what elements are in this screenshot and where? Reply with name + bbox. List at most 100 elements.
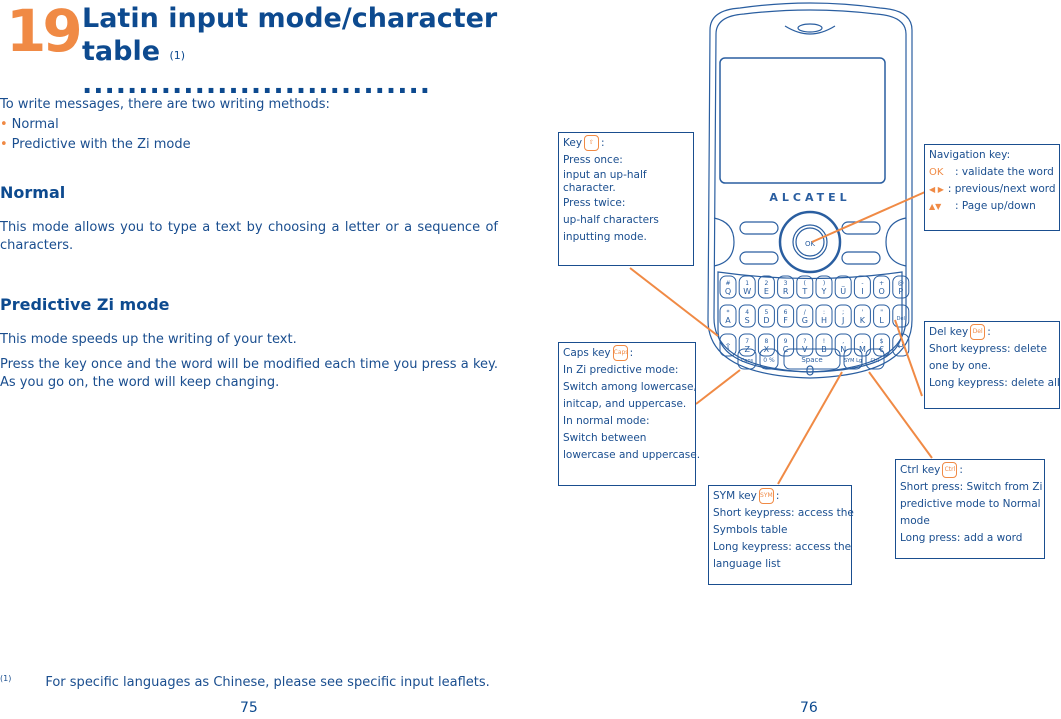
key-primary-label: I	[861, 287, 863, 296]
key-primary-label: W	[743, 287, 751, 296]
section-paragraph: Press the key once and the word will be …	[0, 357, 498, 390]
footnote-marker: (1)	[0, 674, 12, 683]
key-secondary-label: ;	[842, 309, 844, 316]
bullet-dot: •	[0, 137, 8, 152]
section-heading-normal: Normal	[0, 183, 66, 202]
sym-key-icon: SYM	[758, 488, 774, 504]
key-label: Space	[801, 356, 822, 364]
key-primary-label: L	[879, 316, 884, 325]
title-footnote-ref: (1)	[169, 49, 186, 62]
callout-line: Press twice:	[563, 197, 626, 209]
key-secondary-label: "	[880, 309, 883, 316]
key-secondary-label: 3	[784, 280, 788, 287]
chapter-number: 19	[6, 0, 83, 65]
callout-title: Del key Del:	[929, 324, 991, 340]
page-number-right: 76	[800, 700, 818, 716]
ctrl-key-icon: Ctrl	[942, 462, 958, 478]
key-secondary-label: #	[725, 280, 730, 287]
earpiece	[784, 25, 836, 35]
leader-sym	[777, 371, 843, 485]
key-primary-label: S	[745, 316, 750, 325]
key-primary-label: Q	[725, 287, 731, 296]
callout-line: Press once:	[563, 154, 623, 166]
title-line2: table	[82, 36, 161, 67]
callout-line: inputting mode.	[563, 231, 647, 243]
callout-title: Caps key Caps:	[563, 345, 634, 361]
key-secondary-label: 9	[784, 338, 788, 345]
key-secondary-label: 8	[764, 338, 768, 345]
key-secondary-label: 5	[764, 309, 768, 316]
key-secondary-label: 6	[784, 309, 788, 316]
key-primary-label: E	[764, 287, 769, 296]
key-secondary-label: ,	[842, 338, 844, 345]
section-paragraph: This mode allows you to type a text by c…	[0, 220, 498, 253]
bullet-text: Normal	[11, 117, 59, 132]
callout-line: Symbols table	[713, 524, 788, 536]
nav-item: OK: validate the word	[929, 164, 1055, 181]
callout-line: predictive mode to Normal	[900, 498, 1041, 510]
callout-ctrl: Ctrl key Ctrl: Short press: Switch from Z…	[895, 459, 1045, 559]
softkey-right-top	[841, 221, 881, 235]
callout-caps: Caps key Caps: In Zi predictive mode: Swi…	[558, 342, 701, 486]
section-paragraph: This mode speeds up the writing of your …	[0, 332, 297, 347]
key-primary-label: ↵	[897, 342, 904, 351]
key-primary-label: M	[859, 345, 866, 354]
callout-key: Key ⇧: Press once: input an up-half chara…	[558, 132, 694, 266]
key-secondary-label: @	[898, 280, 904, 287]
callout-title: Ctrl key Ctrl:	[900, 462, 963, 478]
callout-line: In normal mode:	[563, 415, 650, 427]
callout-line: initcap, and uppercase.	[563, 398, 687, 410]
section-heading-predictive: Predictive Zi mode	[0, 295, 170, 314]
key-secondary-label: +	[879, 280, 884, 287]
end-key	[885, 217, 907, 267]
callout-line: Long press: add a word	[900, 532, 1023, 544]
key-secondary-label: .	[861, 338, 863, 345]
key-secondary-label: ?	[803, 338, 806, 345]
key-primary-label: H	[821, 316, 827, 325]
callout-sym: SYM key SYM: Short keypress: access the S…	[708, 485, 854, 585]
key-primary-label: O	[878, 287, 884, 296]
callout-line: Long keypress: delete all.	[929, 377, 1061, 389]
leader-ctrl	[868, 371, 933, 459]
intro-text: To write messages, there are two writing…	[0, 97, 330, 112]
nav-item: ▲▼: Page up/down	[929, 198, 1055, 215]
title-line1: Latin input mode/character	[82, 3, 498, 34]
footnote-text: For specific languages as Chinese, pleas…	[45, 675, 490, 691]
nav-item: ◀ ▶: previous/next word	[929, 181, 1056, 198]
caps-key-icon: Caps	[612, 345, 628, 361]
page-number-left: 75	[240, 700, 258, 716]
callout-line: lowercase and uppercase.	[563, 449, 701, 461]
footnote: (1) For specific languages as Chinese, pl…	[0, 674, 490, 690]
keyboard: #Q 1W 2E 3R (T)Y _U -I +O @P *A 4S 5D 6F /G:H;J 'K "L De…	[719, 275, 910, 370]
callout-del: Del key Del: Short keypress: delete one b…	[924, 321, 1061, 409]
callout-line: Short keypress: delete	[929, 343, 1048, 355]
key-secondary-label: /	[804, 309, 807, 316]
phone-brand: ALCATEL	[769, 191, 850, 204]
softkey-left-bottom	[739, 251, 779, 265]
key-primary-label: D	[763, 316, 769, 325]
bullet-item: • Predictive with the Zi mode	[0, 136, 191, 154]
key-secondary-label: 4	[745, 309, 749, 316]
key-label: Caps	[741, 358, 754, 364]
callout-line: language list	[713, 558, 781, 570]
callout-line: input an up-half	[563, 169, 647, 181]
key-secondary-label: :	[823, 309, 825, 316]
callout-navigation: Navigation key: OK: validate the word ◀ …	[924, 144, 1060, 231]
key-primary-label: G	[802, 316, 808, 325]
phone-screen	[719, 57, 886, 184]
call-key	[713, 217, 735, 267]
ok-icon: OK	[929, 167, 944, 178]
callout-line: Short press: Switch from Zi	[900, 481, 1043, 493]
callout-line: mode	[900, 515, 930, 527]
callout-line: Switch between	[563, 432, 647, 444]
callout-line: Switch among lowercase,	[563, 381, 697, 393]
key-secondary-label: (	[804, 280, 806, 287]
key-primary-label: A	[725, 316, 731, 325]
callout-title: Navigation key:	[929, 149, 1011, 161]
callout-line: up-half characters	[563, 214, 659, 226]
up-down-arrows-icon: ▲▼	[929, 202, 942, 211]
key-secondary-label: 2	[764, 280, 768, 287]
shift-key-icon: ⇧	[584, 135, 600, 151]
key-secondary-label: *	[727, 309, 730, 316]
ok-label: OK	[805, 240, 816, 248]
